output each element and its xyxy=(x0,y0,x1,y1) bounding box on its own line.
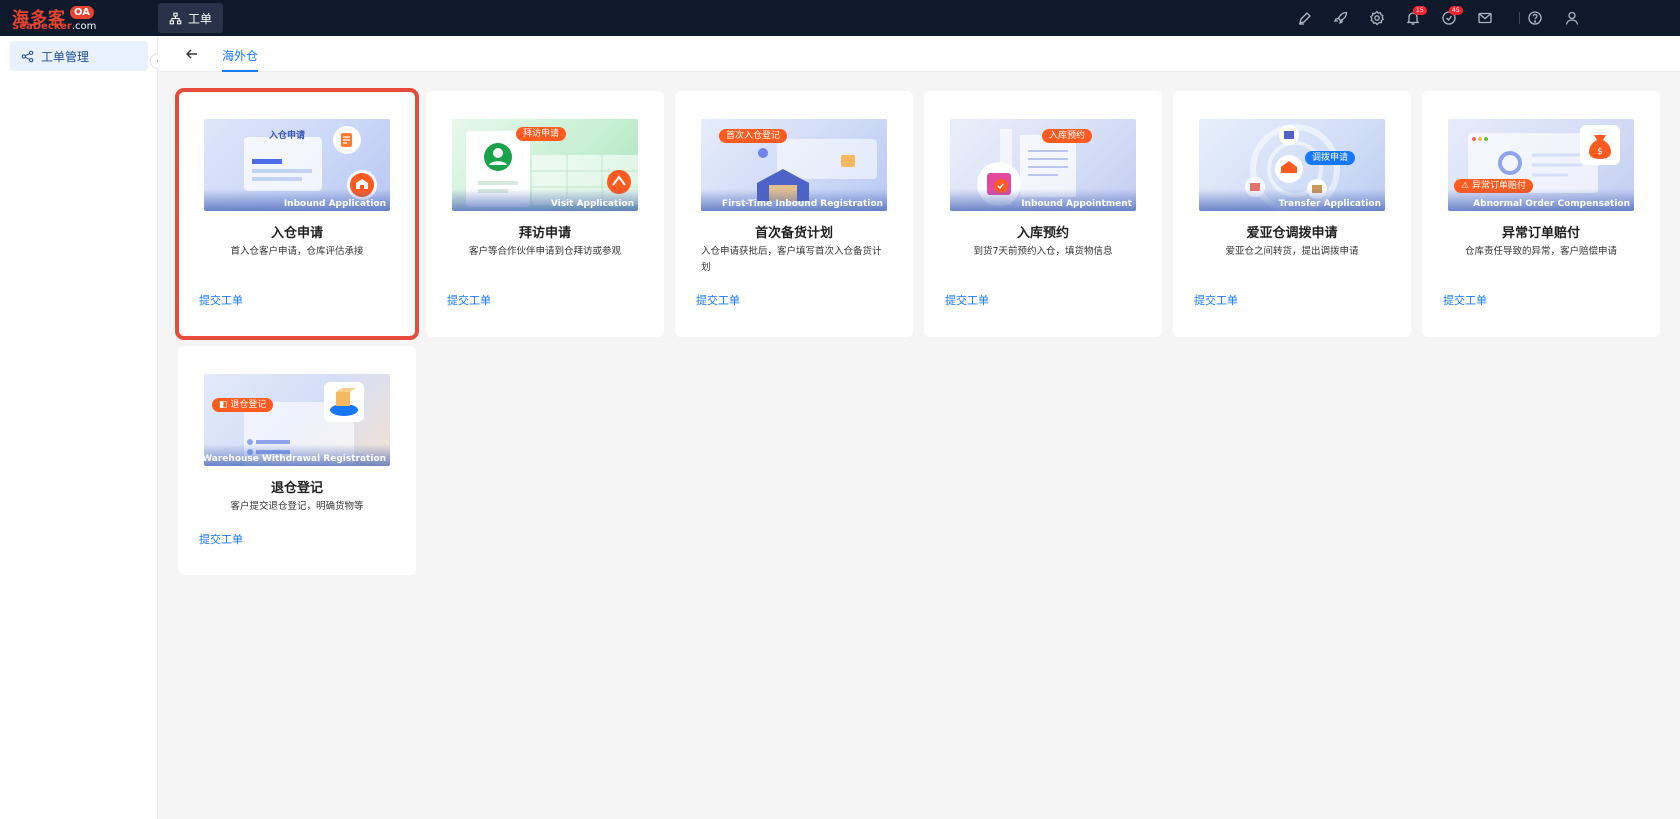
page-header: 海外仓 xyxy=(158,36,1680,72)
banner-caption: Abnormal Order Compensation xyxy=(1448,189,1634,211)
logo-text-en: SeaDecker.com xyxy=(12,21,97,32)
card-description: 爱亚仓之间转货，提出调拨申请 xyxy=(1225,246,1359,257)
card-description: 入仓申请获批后，客户填写首次入仓备货计划 xyxy=(701,246,882,273)
card-description: 仓库责任导致的异常，客户赔偿申请 xyxy=(1464,246,1617,257)
workorder-card-visit-application[interactable]: 拜访申请 Visit Application 拜访申请 客户等合作伙伴申请到仓拜… xyxy=(426,91,664,337)
svg-text:$: $ xyxy=(1597,147,1603,157)
todo-badge: 45 xyxy=(1449,6,1463,15)
tab-overseas-warehouse[interactable]: 海外仓 xyxy=(222,36,259,72)
document-pen-icon xyxy=(333,126,361,154)
card-description: 客户提交退仓登记，明确货物等 xyxy=(230,501,364,512)
card-banner: 首次入仓登记 First-Time Inbound Registration xyxy=(701,119,887,211)
card-title: 首次备货计划 xyxy=(754,226,833,241)
submit-workorder-link[interactable]: 提交工单 xyxy=(199,531,243,547)
card-banner: ◧ 退仓登记 Warehouse Withdrawal Registration xyxy=(204,374,390,466)
bell-icon[interactable]: 15 xyxy=(1405,6,1427,26)
submit-workorder-link[interactable]: 提交工单 xyxy=(696,292,740,308)
sidebar: 工单管理 xyxy=(0,36,158,819)
exit-icon: ◧ xyxy=(219,400,231,410)
banner-tag: 拜访申请 xyxy=(516,127,567,141)
top-tab-label: 工单 xyxy=(187,11,212,26)
notification-badge: 15 xyxy=(1413,6,1427,15)
workorder-card-warehouse-withdrawal[interactable]: ◧ 退仓登记 Warehouse Withdrawal Registration… xyxy=(178,346,416,575)
pen-icon[interactable] xyxy=(1297,10,1313,26)
mail-icon[interactable] xyxy=(1477,10,1493,26)
card-banner: $ ⚠ 异常订单赔付 Abnormal Order Compensation xyxy=(1448,119,1634,211)
submit-workorder-link[interactable]: 提交工单 xyxy=(447,292,491,308)
banner-caption: Inbound Appointment xyxy=(950,189,1136,211)
banner-caption: Inbound Application xyxy=(204,189,390,211)
card-title: 拜访申请 xyxy=(518,226,571,241)
card-description: 首入仓客户申请，仓库评估承接 xyxy=(230,246,364,257)
submit-workorder-link[interactable]: 提交工单 xyxy=(1443,292,1487,308)
banner-caption: Warehouse Withdrawal Registration xyxy=(204,444,390,466)
back-arrow-icon[interactable] xyxy=(184,46,200,62)
banner-tag: 调拨申请 xyxy=(1305,151,1356,165)
card-title: 入库预约 xyxy=(1016,226,1069,241)
sidebar-item-label: 工单管理 xyxy=(41,49,90,64)
banner-caption: First-Time Inbound Registration xyxy=(701,189,887,211)
workorder-card-transfer-application[interactable]: 调拨申请 Transfer Application 爱亚仓调拨申请 爱亚仓之间转… xyxy=(1173,91,1411,337)
sidebar-item-workorder-management[interactable]: 工单管理 xyxy=(10,41,148,71)
gear-icon[interactable] xyxy=(1369,10,1385,26)
card-title: 爱亚仓调拨申请 xyxy=(1246,226,1338,241)
card-banner: 入库预约 Inbound Appointment xyxy=(950,119,1136,211)
todo-icon[interactable]: 45 xyxy=(1441,6,1463,26)
workorder-card-inbound-appointment[interactable]: 入库预约 Inbound Appointment 入库预约 到货7天前预约入仓，… xyxy=(924,91,1162,337)
package-3d-icon xyxy=(324,382,364,422)
rocket-icon[interactable] xyxy=(1333,10,1349,26)
top-bar: 海多客 OA SeaDecker.com 工单 15 45 xyxy=(0,0,1680,36)
toolbar-divider xyxy=(1519,12,1520,24)
logo-oa-badge: OA xyxy=(70,6,94,19)
banner-tag: 入仓申请 xyxy=(269,131,306,141)
banner-tag: 入库预约 xyxy=(1042,129,1093,143)
logo[interactable]: 海多客 OA SeaDecker.com xyxy=(12,4,102,32)
tab-active-indicator xyxy=(222,70,259,72)
card-title: 异常订单赔付 xyxy=(1501,226,1580,241)
user-icon[interactable] xyxy=(1564,10,1580,26)
card-banner: 拜访申请 Visit Application xyxy=(452,119,638,211)
money-bag-icon: $ xyxy=(1580,125,1620,165)
submit-workorder-link[interactable]: 提交工单 xyxy=(199,292,243,308)
card-title: 入仓申请 xyxy=(270,226,323,241)
banner-tag: ◧ 退仓登记 xyxy=(212,398,274,412)
workorder-card-inbound-application[interactable]: 入仓申请 Inbound Application 入仓申请 首入仓客户申请，仓库… xyxy=(175,88,419,340)
workorder-card-first-stock-plan[interactable]: 首次入仓登记 First-Time Inbound Registration 首… xyxy=(675,91,913,337)
card-banner: 调拨申请 Transfer Application xyxy=(1199,119,1385,211)
banner-tag: 首次入仓登记 xyxy=(719,129,788,143)
banner-caption: Visit Application xyxy=(452,189,638,211)
banner-caption: Transfer Application xyxy=(1199,189,1385,211)
help-icon[interactable] xyxy=(1527,10,1543,26)
workorder-card-abnormal-order-compensation[interactable]: $ ⚠ 异常订单赔付 Abnormal Order Compensation 异… xyxy=(1422,91,1660,337)
card-description: 到货7天前预约入仓，填货物信息 xyxy=(973,246,1113,257)
card-title: 退仓登记 xyxy=(270,481,323,496)
card-description: 客户等合作伙伴申请到仓拜访或参观 xyxy=(468,246,621,257)
card-banner: 入仓申请 Inbound Application xyxy=(204,119,390,211)
submit-workorder-link[interactable]: 提交工单 xyxy=(1194,292,1238,308)
tab-label: 海外仓 xyxy=(222,49,259,63)
submit-workorder-link[interactable]: 提交工单 xyxy=(945,292,989,308)
share-nodes-icon xyxy=(21,50,34,62)
top-tab-workorder[interactable]: 工单 xyxy=(158,3,223,33)
sitemap-icon xyxy=(169,12,182,24)
